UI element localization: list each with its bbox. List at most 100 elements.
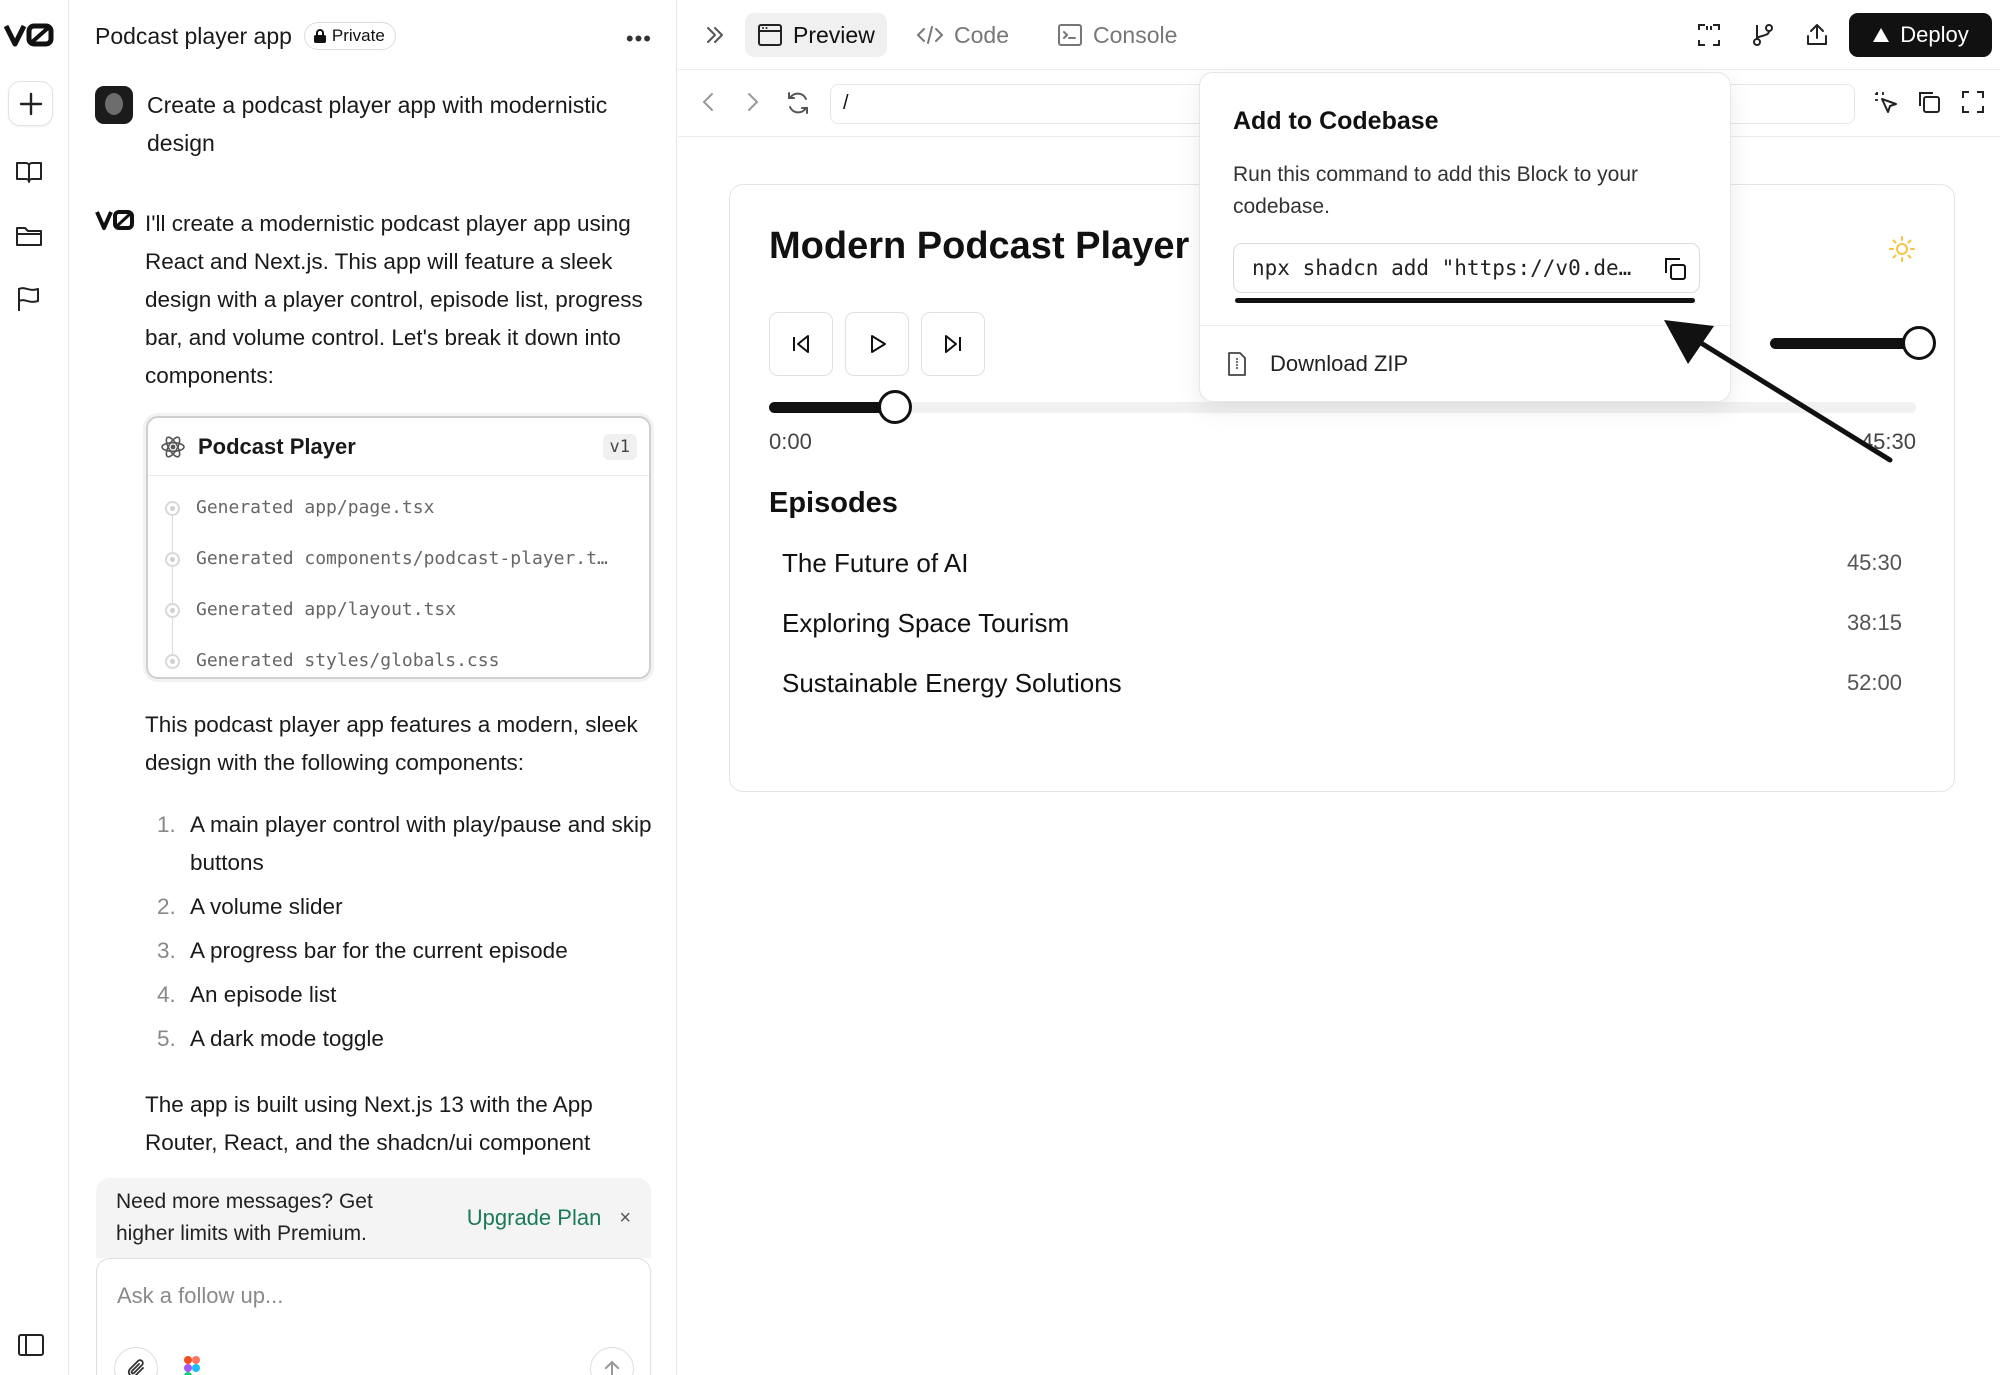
chat-composer[interactable]: Ask a follow up...: [96, 1258, 651, 1375]
generated-file-item: Generated components/podcast-player.t…: [148, 533, 649, 584]
feature-list: 1. A main player control with play/pause …: [145, 806, 655, 1058]
play-icon: [871, 335, 886, 353]
triangle-icon: [1873, 28, 1890, 42]
chat-header: Podcast player app Private •••: [95, 18, 656, 54]
timeline-dot: [165, 552, 180, 567]
episode-item[interactable]: Exploring Space Tourism 38:15: [782, 598, 1902, 648]
sidebar-icon: [18, 1334, 44, 1356]
upgrade-plan-link[interactable]: Upgrade Plan: [467, 1205, 602, 1231]
tab-console[interactable]: Console: [1045, 13, 1189, 57]
preview-toolbar: Preview Code Console Deploy: [678, 0, 2000, 70]
v0-logo[interactable]: [4, 20, 56, 50]
generated-file-item: Generated app/layout.tsx: [148, 584, 649, 635]
block-card-header: Podcast Player v1: [148, 418, 649, 476]
block-title: Podcast Player: [198, 433, 356, 459]
feature-item: 2. A volume slider: [157, 894, 343, 919]
git-branch-button[interactable]: [1748, 20, 1778, 50]
projects-button[interactable]: [14, 221, 44, 251]
flag-icon: [18, 287, 39, 311]
deploy-label: Deploy: [1900, 22, 1969, 47]
feature-item: 4. An episode list: [157, 982, 337, 1007]
paperclip-icon: [127, 1359, 144, 1375]
block-icon: [1698, 24, 1720, 46]
assistant-features-intro: This podcast player app features a moder…: [145, 712, 638, 775]
episodes-heading: Episodes: [769, 487, 898, 519]
command-highlight-underline: [1235, 298, 1695, 303]
user-message-text: Create a podcast player app with moderni…: [147, 92, 608, 156]
skip-forward-button[interactable]: [921, 312, 985, 376]
copy-icon[interactable]: [1661, 255, 1689, 283]
plus-icon: [19, 92, 42, 115]
git-branch-icon: [1753, 24, 1773, 46]
episode-title: Exploring Space Tourism: [782, 607, 1070, 638]
window-icon: [758, 24, 782, 46]
sun-icon[interactable]: [1888, 235, 1916, 263]
library-button[interactable]: [14, 157, 44, 187]
timeline-dot: [165, 501, 180, 516]
upload-icon: [1807, 24, 1827, 45]
left-rail: [0, 0, 69, 1375]
send-button[interactable]: [590, 1347, 634, 1375]
episode-item[interactable]: Sustainable Energy Solutions 52:00: [782, 658, 1902, 708]
user-avatar: [95, 86, 133, 124]
refresh-icon[interactable]: [784, 89, 812, 117]
fork-block-button[interactable]: [1694, 20, 1724, 50]
figma-icon[interactable]: [183, 1355, 201, 1375]
back-icon[interactable]: [698, 89, 720, 115]
episode-title: The Future of AI: [782, 547, 969, 578]
follow-up-input[interactable]: Ask a follow up...: [117, 1283, 283, 1309]
arrow-up-icon: [605, 1360, 619, 1375]
tab-preview-label: Preview: [793, 21, 875, 48]
assistant-message: I'll create a modernistic podcast player…: [95, 205, 655, 395]
more-options-button[interactable]: •••: [626, 26, 652, 52]
chevrons-right-icon[interactable]: [702, 22, 728, 48]
copy-window-icon[interactable]: [1916, 89, 1942, 115]
visibility-badge[interactable]: Private: [303, 22, 396, 50]
play-button[interactable]: [845, 312, 909, 376]
popover-description: Run this command to add this Block to yo…: [1233, 163, 1639, 218]
skip-back-icon: [793, 335, 809, 353]
block-card[interactable]: Podcast Player v1 Generated app/page.tsx…: [146, 416, 651, 679]
episode-duration: 45:30: [1846, 550, 1902, 575]
react-atom-icon: [161, 435, 185, 458]
assistant-outro-text: The app is built using Next.js 13 with t…: [145, 1092, 593, 1155]
tab-code-label: Code: [954, 21, 1009, 48]
sidebar-toggle-button[interactable]: [17, 1333, 45, 1362]
generated-file-item: Generated styles/globals.css: [148, 635, 649, 677]
progress-bar-thumb[interactable]: [878, 390, 913, 424]
upgrade-text: Need more messages? Get higher limits wi…: [116, 1190, 373, 1245]
chat-panel: Podcast player app Private ••• Create a …: [69, 0, 677, 1375]
download-zip-button[interactable]: Download ZIP: [1226, 341, 1408, 387]
new-chat-button[interactable]: [8, 81, 53, 126]
share-button[interactable]: [1802, 20, 1832, 50]
element-picker-icon[interactable]: [1872, 89, 1900, 117]
user-message: Create a podcast player app with moderni…: [95, 86, 655, 162]
tab-code[interactable]: Code: [904, 13, 1021, 57]
attach-button[interactable]: [114, 1347, 158, 1375]
visibility-label: Private: [331, 26, 385, 45]
fullscreen-icon[interactable]: [1960, 89, 1986, 115]
book-icon: [16, 162, 42, 183]
skip-forward-icon: [945, 335, 961, 353]
command-text: npx shadcn add "https://v0.de…: [1252, 256, 1632, 280]
forward-icon[interactable]: [741, 89, 763, 115]
folder-icon: [16, 227, 42, 246]
tab-console-label: Console: [1093, 21, 1178, 48]
close-banner-button[interactable]: ×: [619, 1207, 631, 1230]
feature-item: 3. A progress bar for the current episode: [157, 938, 568, 963]
command-field[interactable]: npx shadcn add "https://v0.de…: [1233, 243, 1700, 293]
timeline-dot: [165, 654, 180, 669]
timeline-dot: [165, 603, 180, 618]
deploy-button[interactable]: Deploy: [1849, 13, 1992, 57]
chat-title[interactable]: Podcast player app: [95, 23, 292, 50]
feature-item: 5. A dark mode toggle: [157, 1026, 384, 1051]
episode-item[interactable]: The Future of AI 45:30: [782, 538, 1902, 588]
tab-preview[interactable]: Preview: [745, 13, 887, 57]
download-zip-label: Download ZIP: [1270, 351, 1409, 376]
lock-icon: [313, 29, 326, 43]
block-version-badge: v1: [602, 433, 637, 460]
skip-back-button[interactable]: [769, 312, 833, 376]
feedback-button[interactable]: [14, 284, 44, 314]
generated-files-list: Generated app/page.tsx Generated compone…: [148, 476, 649, 677]
episode-title: Sustainable Energy Solutions: [782, 667, 1122, 698]
